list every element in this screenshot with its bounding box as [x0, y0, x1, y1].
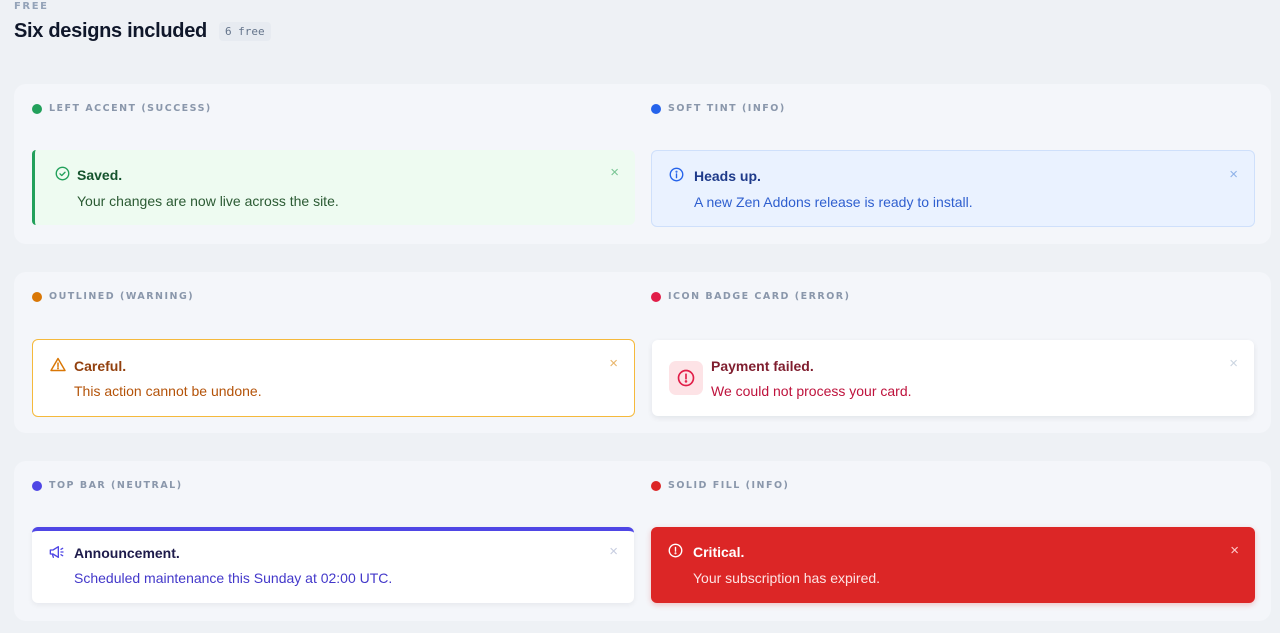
demo-label-text: TOP BAR (NEUTRAL) — [49, 480, 183, 491]
demo-label-text: LEFT ACCENT (SUCCESS) — [49, 103, 212, 114]
demo-label-solid: SOLID FILL (INFO) — [651, 480, 789, 491]
alert-title: Critical. — [693, 544, 745, 560]
alert-message: Your subscription has expired. — [693, 570, 881, 586]
info-dot — [651, 103, 661, 114]
alert-message: We could not process your card. — [711, 383, 912, 399]
warning-dot — [32, 291, 42, 302]
demo-label-text: SOFT TINT (INFO) — [668, 103, 786, 114]
success-dot — [32, 103, 42, 114]
solid-dot — [651, 480, 661, 491]
demo-label-error: ICON BADGE CARD (ERROR) — [651, 291, 850, 302]
alert-solid: Critical. Your subscription has expired.… — [651, 527, 1255, 603]
alert-message: Scheduled maintenance this Sunday at 02:… — [74, 570, 393, 586]
page-title: Six designs included — [14, 20, 207, 42]
alert-info: Heads up. A new Zen Addons release is re… — [651, 150, 1255, 227]
close-icon[interactable]: × — [609, 356, 618, 371]
alert-title: Payment failed. — [711, 358, 814, 374]
demo-label-neutral: TOP BAR (NEUTRAL) — [32, 480, 183, 491]
alert-warning: Careful. This action cannot be undone. × — [32, 339, 635, 417]
close-icon[interactable]: × — [610, 165, 619, 180]
demo-row-1: LEFT ACCENT (SUCCESS) Saved. Your change… — [14, 84, 1271, 244]
close-icon[interactable]: × — [1229, 167, 1238, 182]
alert-error: Payment failed. We could not process you… — [652, 340, 1254, 416]
demo-label-text: OUTLINED (WARNING) — [49, 291, 195, 302]
neutral-dot — [32, 480, 42, 491]
error-dot — [651, 291, 661, 302]
alert-message: Your changes are now live across the sit… — [77, 193, 339, 209]
alert-title: Announcement. — [74, 545, 180, 561]
warning-triangle-icon — [50, 357, 66, 372]
page-header: Six designs included 6 free — [14, 20, 271, 43]
close-icon[interactable]: × — [1229, 356, 1238, 371]
demo-row-2: OUTLINED (WARNING) Careful. This action … — [14, 272, 1271, 433]
demo-label-success: LEFT ACCENT (SUCCESS) — [32, 103, 212, 114]
demo-label-text: ICON BADGE CARD (ERROR) — [668, 291, 851, 302]
count-badge: 6 free — [218, 22, 271, 41]
alert-title: Careful. — [74, 358, 127, 374]
alert-message: A new Zen Addons release is ready to ins… — [694, 194, 973, 210]
alert-circle-icon — [668, 543, 683, 558]
alert-message: This action cannot be undone. — [74, 383, 262, 399]
info-circle-icon — [669, 167, 684, 182]
alert-title: Saved. — [77, 167, 123, 183]
alert-neutral: Announcement. Scheduled maintenance this… — [32, 527, 634, 603]
demo-row-3: TOP BAR (NEUTRAL) Announcement. Schedule… — [14, 461, 1271, 621]
close-icon[interactable]: × — [1230, 543, 1239, 558]
check-circle-icon — [55, 166, 70, 181]
close-icon[interactable]: × — [609, 544, 618, 559]
icon-badge — [669, 361, 703, 395]
alert-circle-icon — [677, 369, 695, 387]
page-eyebrow: FREE — [14, 1, 49, 12]
demo-label-text: SOLID FILL (INFO) — [668, 480, 790, 491]
demo-label-warning: OUTLINED (WARNING) — [32, 291, 194, 302]
megaphone-icon — [49, 546, 64, 558]
alert-success: Saved. Your changes are now live across … — [32, 150, 635, 225]
demo-label-info: SOFT TINT (INFO) — [651, 103, 786, 114]
alert-title: Heads up. — [694, 168, 761, 184]
